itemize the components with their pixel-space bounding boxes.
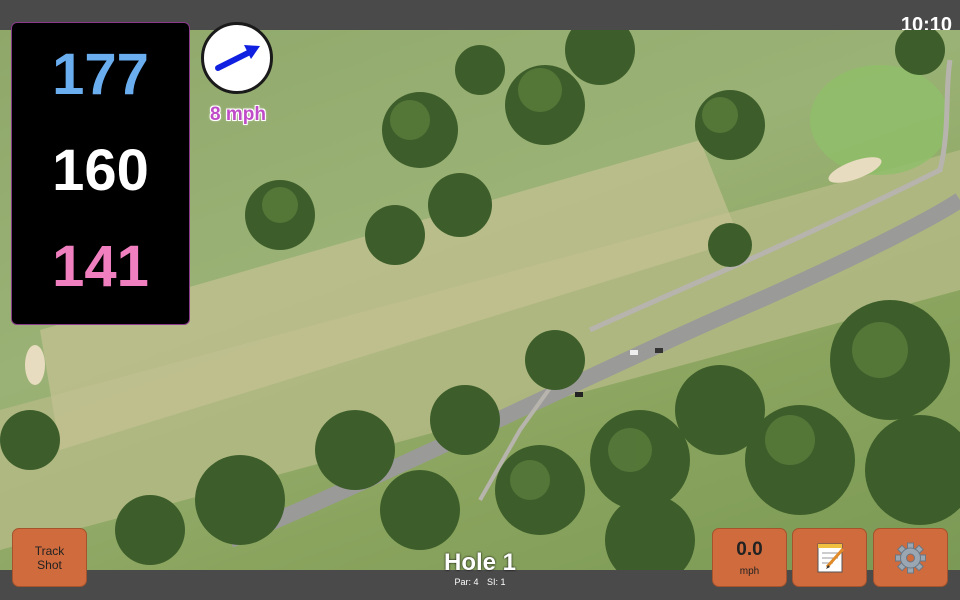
hole-meta: Par: 4 SI: 1: [380, 577, 580, 588]
wind-arrow-icon: [215, 45, 260, 71]
speed-unit: mph: [739, 566, 760, 577]
front-yardage: 141: [52, 234, 149, 299]
speed-value: 0.0: [736, 539, 763, 560]
track-shot-label-line1: Track: [34, 543, 65, 558]
notes-button[interactable]: [792, 528, 867, 587]
wind-speed: 8 mph: [210, 104, 266, 125]
notepad-icon: [817, 543, 845, 573]
hole-stroke-index: SI: 1: [487, 577, 506, 587]
track-shot-button[interactable]: Track Shot: [12, 528, 87, 587]
settings-button[interactable]: [873, 528, 948, 587]
track-shot-label-line2: Shot: [37, 557, 62, 572]
middle-yardage: 160: [52, 138, 149, 203]
hole-par: Par: 4: [454, 577, 479, 587]
gear-icon: [895, 542, 926, 574]
speed-button[interactable]: 0.0 mph: [712, 528, 787, 587]
yardage-panel: 177 160 141: [11, 22, 190, 325]
wind-direction-indicator: [201, 22, 273, 94]
back-yardage: 177: [52, 42, 149, 107]
track-shot-label: Track Shot: [35, 544, 65, 572]
hole-title: Hole 1: [443, 549, 517, 576]
